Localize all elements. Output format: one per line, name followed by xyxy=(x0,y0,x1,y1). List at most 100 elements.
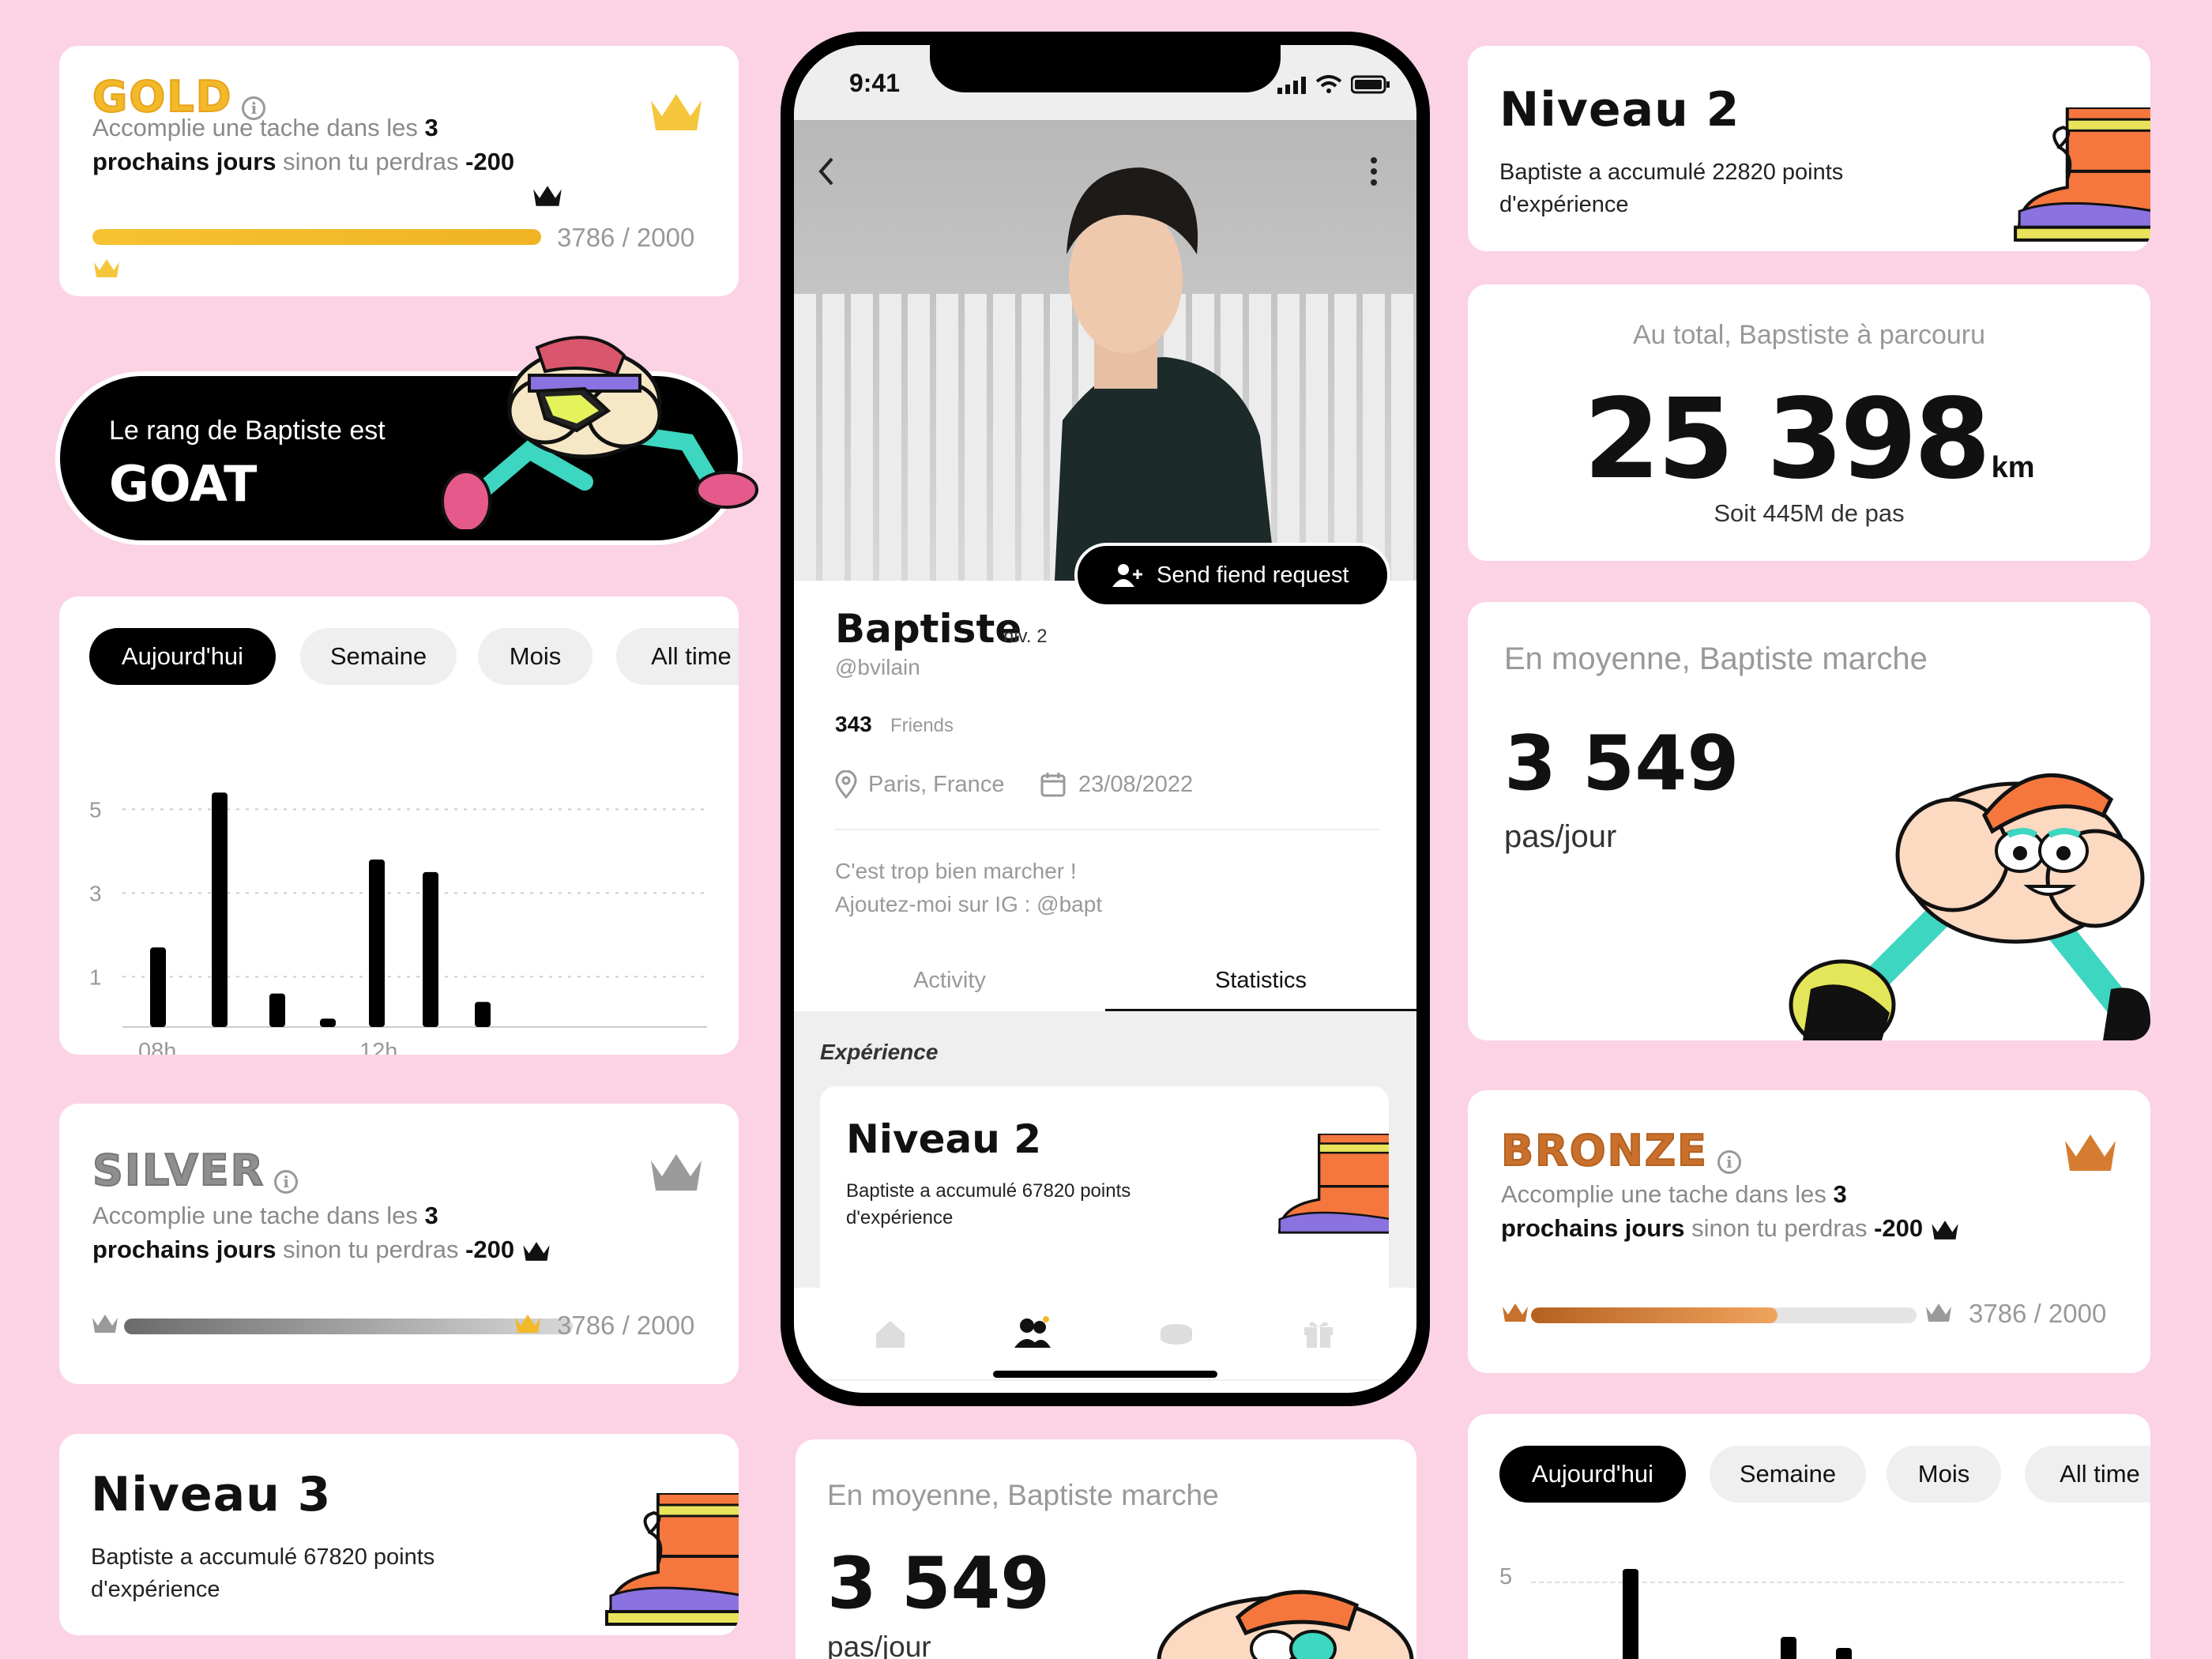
level-description: Baptiste a accumulé 67820 points d'expér… xyxy=(91,1544,435,1602)
tab-statistics[interactable]: Statistics xyxy=(1105,968,1416,994)
crown-tier-icon xyxy=(94,259,119,277)
cloud-mascot-beret-illustration xyxy=(1157,1589,1414,1659)
y-tick-label: 1 xyxy=(89,965,102,989)
tab-activity[interactable]: Activity xyxy=(794,968,1105,994)
divider xyxy=(835,829,1380,830)
friends-count[interactable]: 343 xyxy=(835,712,872,737)
crown-start-icon xyxy=(1503,1304,1528,1322)
signal-icon xyxy=(1277,77,1306,94)
fence-slat xyxy=(1021,294,1044,581)
tab-today[interactable]: Aujourd'hui xyxy=(1499,1446,1686,1503)
total-distance-card: Au total, Bapstiste à parcouru 25 398 km… xyxy=(1468,284,2150,561)
tab-month[interactable]: Mois xyxy=(1887,1446,2001,1503)
desc-loss: -200 xyxy=(465,148,515,176)
x-tick-label: 12h xyxy=(359,1039,397,1055)
gift-icon[interactable] xyxy=(1303,1318,1334,1349)
fence-slat xyxy=(794,294,816,581)
chart-bar xyxy=(423,871,438,1027)
progress-fill xyxy=(1531,1307,1778,1323)
fence-slat xyxy=(936,294,958,581)
tab-week[interactable]: Semaine xyxy=(1710,1446,1866,1503)
stats-section: Expérience Niveau 2 Baptiste a accumulé … xyxy=(794,1011,1416,1288)
tab-month[interactable]: Mois xyxy=(478,628,592,685)
level-title: Niveau 2 xyxy=(1499,82,1740,137)
x-tick-label: 08h xyxy=(138,1039,176,1055)
level-card: Niveau 2 Baptiste a accumulé 22820 point… xyxy=(1468,46,2150,251)
cloud-mascot-beret-illustration xyxy=(1789,773,2150,1040)
fence-slat xyxy=(1277,294,1300,581)
crown-icon xyxy=(651,94,702,130)
home-icon[interactable] xyxy=(875,1319,906,1349)
crown-icon xyxy=(651,1154,702,1191)
level-card: Niveau 3 Baptiste a accumulé 67820 point… xyxy=(59,1434,739,1635)
phone-screen: 9:41 Send fiend request Baptiste niv. 2 … xyxy=(794,45,1416,1393)
rank-label: Le rang de Baptiste est xyxy=(109,416,386,446)
badge-title: SILVER xyxy=(92,1146,265,1195)
send-friend-request-button[interactable]: Send fiend request xyxy=(1074,543,1390,608)
crown-small-icon xyxy=(533,186,562,206)
desc-text: Accomplie une tache dans les xyxy=(92,114,425,141)
location-pin-icon xyxy=(835,770,857,799)
chart-bar xyxy=(269,993,285,1027)
bronze-title-row: BRONZE i xyxy=(1500,1129,1741,1174)
boot-illustration xyxy=(1277,1134,1389,1234)
fence-slat xyxy=(822,294,845,581)
crown-start-icon xyxy=(92,1315,118,1333)
fence-slat xyxy=(1363,294,1385,581)
info-icon[interactable]: i xyxy=(274,1169,299,1194)
desc-bold: prochains jours xyxy=(92,1236,276,1264)
progress-bar xyxy=(124,1319,573,1334)
coin-icon[interactable] xyxy=(1159,1322,1194,1346)
progress-count: 3786 / 2000 xyxy=(557,1311,695,1340)
fence-slat xyxy=(851,294,873,581)
section-title: Expérience xyxy=(820,1040,939,1064)
friends-icon[interactable] xyxy=(1013,1316,1052,1349)
level-title: Niveau 2 xyxy=(846,1116,1042,1162)
chart-bar xyxy=(1836,1648,1852,1659)
profile-name: Baptiste xyxy=(835,606,1022,652)
badge-description: Accomplie une tache dans les 3 prochains… xyxy=(1501,1177,2070,1246)
total-sub: Soit 445M de pas xyxy=(1714,499,1905,527)
friends-label[interactable]: Friends xyxy=(890,715,954,737)
bio-line-2: Ajoutez-moi sur IG : @bapt xyxy=(835,892,1103,916)
desc-days: 3 xyxy=(424,1202,438,1229)
inner-level-card: Niveau 2 Baptiste a accumulé 67820 point… xyxy=(820,1086,1389,1288)
back-chevron-icon[interactable] xyxy=(816,156,835,187)
crown-icon xyxy=(2065,1134,2116,1171)
progress-count: 3786 / 2000 xyxy=(1969,1299,2107,1328)
average-label: En moyenne, Baptiste marche xyxy=(1504,641,1928,676)
info-icon[interactable]: i xyxy=(1717,1149,1741,1174)
chart-bar xyxy=(1623,1569,1638,1659)
progress-count: 3786 / 2000 xyxy=(557,223,695,252)
silver-badge-card: SILVER i Accomplie une tache dans les 3 p… xyxy=(59,1104,739,1384)
tab-today[interactable]: Aujourd'hui xyxy=(89,628,276,685)
badge-description: Accomplie une tache dans les 3 prochains… xyxy=(92,1198,645,1267)
fence-slat xyxy=(965,294,987,581)
progress-bar xyxy=(92,229,541,245)
profile-photo xyxy=(794,120,1416,581)
tab-week[interactable]: Semaine xyxy=(300,628,457,685)
desc-bold: prochains jours xyxy=(92,148,276,176)
home-indicator[interactable] xyxy=(993,1371,1217,1378)
fence-slat xyxy=(1391,294,1413,581)
tab-all-time[interactable]: All time xyxy=(2025,1446,2150,1503)
more-vertical-icon[interactable] xyxy=(1369,156,1379,187)
desc-text-2: sinon tu perdras xyxy=(276,148,466,176)
desc-days: 3 xyxy=(1833,1180,1847,1208)
tab-all-time[interactable]: All time xyxy=(616,628,739,685)
steps-chart-card: Aujourd'hui Semaine Mois All time 5 xyxy=(1468,1414,2150,1659)
desc-text-2: sinon tu perdras xyxy=(276,1236,466,1264)
fence-slat xyxy=(1306,294,1328,581)
grid-line xyxy=(1531,1582,2124,1583)
crown-end-icon xyxy=(1926,1304,1951,1322)
boot-illustration xyxy=(2014,107,2150,242)
add-user-icon xyxy=(1112,564,1142,587)
total-value-row: 25 398 km xyxy=(1468,375,2150,504)
average-steps-card: En moyenne, Baptiste marche 3 549 pas/jo… xyxy=(1468,602,2150,1040)
running-cloud-mascot-illustration xyxy=(441,336,758,529)
badge-description: Accomplie une tache dans les 3 prochains… xyxy=(92,111,582,179)
average-label: En moyenne, Baptiste marche xyxy=(827,1479,1219,1511)
battery-icon xyxy=(1351,75,1390,94)
boot-illustration xyxy=(605,1493,739,1626)
chart-bar xyxy=(212,792,228,1027)
